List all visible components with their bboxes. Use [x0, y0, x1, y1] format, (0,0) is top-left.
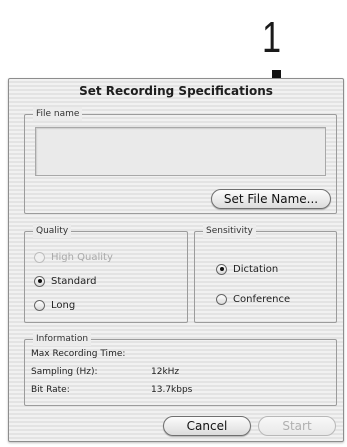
radio-high-quality[interactable]: High Quality [34, 250, 113, 264]
dialog-title: Set Recording Specifications [79, 84, 273, 98]
set-recording-specifications-dialog: Set Recording Specifications File name S… [8, 78, 344, 442]
radio-label: Standard [51, 275, 97, 287]
quality-group: Quality High Quality Standard Long [24, 224, 188, 323]
info-value: 12kHz [151, 367, 180, 377]
radio-dictation[interactable]: Dictation [216, 262, 278, 276]
sensitivity-group: Sensitivity Dictation Conference [194, 224, 337, 323]
info-label: Sampling (Hz): [31, 367, 98, 377]
radio-button-icon [216, 263, 227, 275]
info-row-max-recording-time: Max Recording Time: [31, 348, 125, 360]
radio-button-icon [34, 251, 45, 263]
info-row-sampling: Sampling (Hz): 12kHz [31, 366, 179, 378]
radio-long[interactable]: Long [34, 298, 75, 312]
information-group: Information Max Recording Time: Sampling… [24, 332, 337, 406]
info-label: Bit Rate: [31, 385, 70, 395]
set-file-name-button[interactable]: Set File Name... [211, 189, 331, 209]
radio-standard[interactable]: Standard [34, 274, 97, 288]
information-legend: Information [33, 332, 92, 346]
file-name-group: File name Set File Name... [24, 107, 337, 214]
sensitivity-legend: Sensitivity [203, 224, 256, 238]
info-row-bit-rate: Bit Rate: 13.7kbps [31, 384, 192, 396]
info-value: 13.7kbps [151, 385, 193, 395]
radio-button-icon [34, 275, 45, 287]
radio-button-icon [34, 299, 45, 311]
radio-button-icon [216, 293, 227, 305]
radio-conference[interactable]: Conference [216, 292, 290, 306]
start-button[interactable]: Start [258, 416, 336, 436]
info-label: Max Recording Time: [31, 349, 126, 359]
radio-label: Conference [233, 293, 291, 305]
file-name-legend: File name [33, 107, 83, 121]
radio-label: Dictation [233, 263, 279, 275]
cancel-button[interactable]: Cancel [163, 416, 251, 436]
radio-label: High Quality [51, 251, 113, 263]
file-name-display [35, 127, 326, 176]
quality-legend: Quality [33, 224, 72, 238]
radio-label: Long [51, 299, 76, 311]
